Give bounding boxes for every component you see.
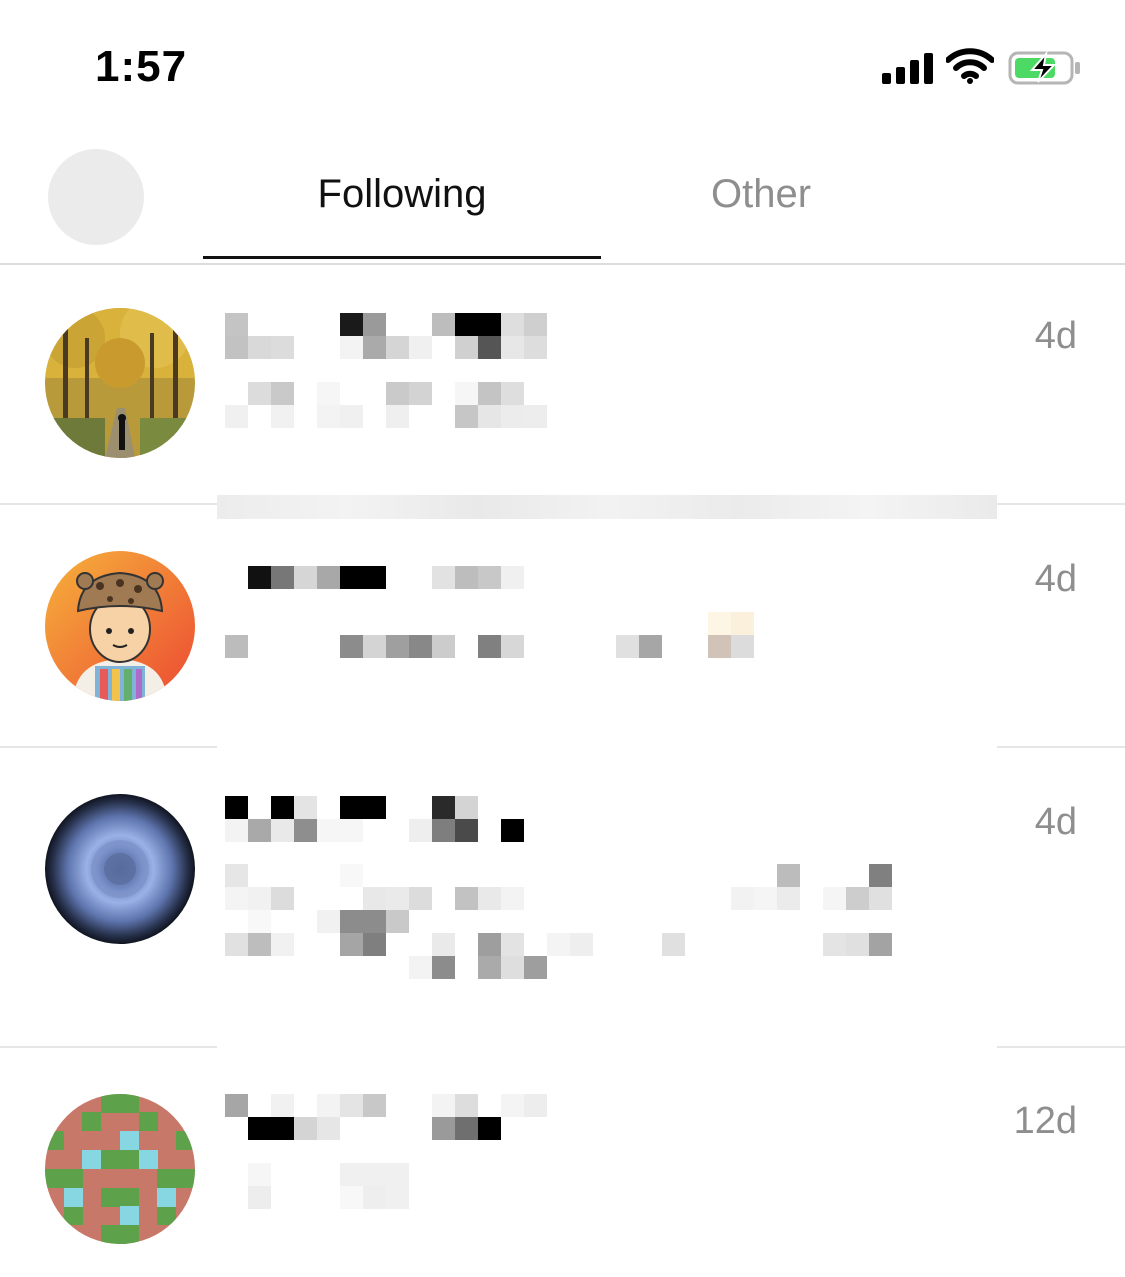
row-divider [0,746,217,748]
cartoon-boy-in-bucket-hat [45,551,195,701]
avatar [45,551,195,701]
row-divider [997,503,1125,505]
redacted-name [225,796,524,842]
row-divider [0,1046,217,1048]
timestamp: 12d [1013,1100,1077,1142]
blue-iris-circle [45,794,195,944]
tab-other[interactable]: Other [601,172,921,217]
redacted-name [225,1094,547,1140]
profile-avatar-button[interactable] [48,149,144,245]
pixel-pattern-tile [45,1094,195,1244]
avatar [45,1094,195,1244]
timestamp: 4d [1034,558,1077,600]
redacted-message-preview [248,1163,409,1209]
redacted-name [248,566,524,589]
row-divider [0,503,217,505]
row-divider [997,1046,1125,1048]
battery-charging-icon [1008,50,1080,85]
wifi-icon [946,48,994,84]
avatar [45,308,195,458]
autumn-avenue-photo [45,308,195,458]
redacted-name [225,313,547,359]
header-divider [0,263,1125,265]
cellular-signal-icon [882,52,934,84]
redacted-message-preview [225,612,754,658]
row-divider [997,746,1125,748]
status-time: 1:57 [95,42,188,91]
redacted-strip [217,495,997,519]
tab-following[interactable]: Following [203,172,601,217]
redacted-message-preview [225,382,547,428]
timestamp: 4d [1034,801,1077,843]
redacted-message-preview [225,864,892,1002]
avatar [45,794,195,944]
selected-tab-indicator [203,256,601,259]
timestamp: 4d [1034,315,1077,357]
